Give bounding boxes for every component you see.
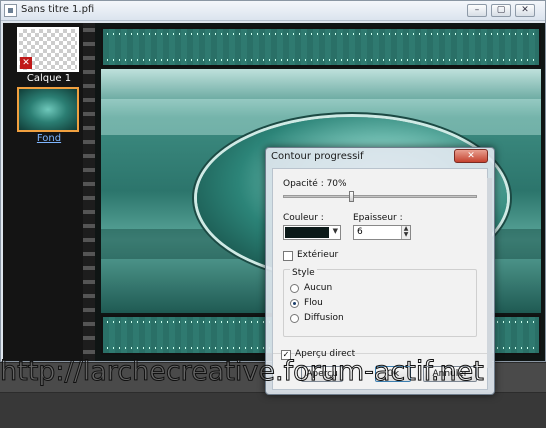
close-button[interactable]: ✕ xyxy=(515,4,535,17)
color-label: Couleur : xyxy=(283,213,324,223)
exterior-checkbox[interactable] xyxy=(283,251,293,261)
style-group: Style Aucun Flou Diffusion xyxy=(283,268,477,337)
layers-scrollbar[interactable] xyxy=(83,23,95,361)
layer-thumbnail[interactable] xyxy=(17,87,79,132)
dialog-title: Contour progressif xyxy=(271,151,364,162)
color-swatch xyxy=(285,227,329,238)
document-icon xyxy=(4,4,17,17)
minimize-button[interactable]: – xyxy=(467,4,487,17)
layer-thumbnail[interactable]: ✕ xyxy=(17,27,79,72)
radio-diffusion-label: Diffusion xyxy=(304,313,344,323)
maximize-button[interactable]: ▢ xyxy=(491,4,511,17)
style-group-label: Style xyxy=(290,268,317,278)
thickness-stepper[interactable]: 6 ▲ ▼ xyxy=(353,225,411,240)
thickness-label: Epaisseur : xyxy=(353,213,403,223)
dialog-scrollbar[interactable] xyxy=(487,178,492,368)
hidden-layer-icon: ✕ xyxy=(20,57,32,69)
layer-label: Calque 1 xyxy=(26,73,72,84)
window-title: Sans titre 1.pfi xyxy=(21,4,95,15)
layers-panel: ✕ Calque 1 Fond xyxy=(3,23,83,361)
color-picker[interactable]: ▼ xyxy=(283,225,341,240)
opacity-slider-thumb[interactable] xyxy=(349,191,354,202)
stepper-arrows-icon[interactable]: ▲ ▼ xyxy=(401,226,410,239)
bottom-panel xyxy=(0,392,546,428)
radio-diffusion[interactable] xyxy=(290,314,299,323)
title-bar: Sans titre 1.pfi – ▢ ✕ xyxy=(1,1,545,21)
exterior-label: Extérieur xyxy=(297,250,339,260)
chevron-down-icon: ▼ xyxy=(332,227,338,235)
opacity-label: Opacité : 70% xyxy=(283,179,347,189)
layer-item-fond[interactable]: Fond xyxy=(17,87,81,144)
watermark-text: http://larchecreative.forum-actif.net xyxy=(0,356,484,388)
opacity-slider[interactable] xyxy=(283,191,477,202)
thickness-value: 6 xyxy=(357,227,363,237)
radio-flou[interactable] xyxy=(290,299,299,308)
frame-top-border xyxy=(101,27,541,67)
radio-aucun-label: Aucun xyxy=(304,283,333,293)
radio-flou-label: Flou xyxy=(304,298,323,308)
layer-label: Fond xyxy=(36,133,62,144)
radio-aucun[interactable] xyxy=(290,284,299,293)
layer-item-calque1[interactable]: ✕ Calque 1 xyxy=(17,27,81,84)
dialog-close-button[interactable]: ✕ xyxy=(454,149,488,163)
